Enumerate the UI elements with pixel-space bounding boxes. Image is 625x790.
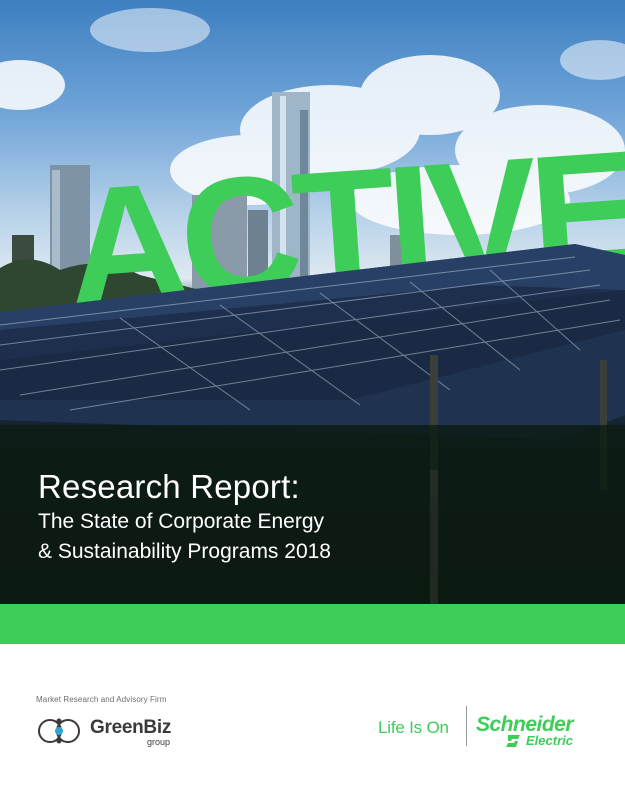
tagline-text: Life Is On bbox=[378, 718, 449, 737]
report-subtitle-line1: The State of Corporate Energy bbox=[38, 510, 324, 533]
report-cover: ACTIVE Research Report: The State of Cor… bbox=[0, 0, 625, 790]
report-subtitle-line2: & Sustainability Programs 2018 bbox=[38, 540, 331, 563]
report-title: Research Report: bbox=[38, 468, 300, 505]
report-heading: Research Report: The State of Corporate … bbox=[38, 468, 331, 566]
logo-divider bbox=[466, 706, 467, 746]
greenbiz-name: GreenBiz bbox=[90, 717, 172, 738]
green-accent-bar bbox=[0, 604, 625, 644]
schneider-s-icon bbox=[506, 735, 520, 747]
greenbiz-sub: group bbox=[147, 737, 171, 747]
hero-image: ACTIVE Research Report: The State of Cor… bbox=[0, 0, 625, 605]
schneider-sub: Electric bbox=[526, 733, 573, 748]
tagline: Life Is On bbox=[378, 718, 449, 738]
firm-label: Market Research and Advisory Firm bbox=[36, 695, 167, 704]
